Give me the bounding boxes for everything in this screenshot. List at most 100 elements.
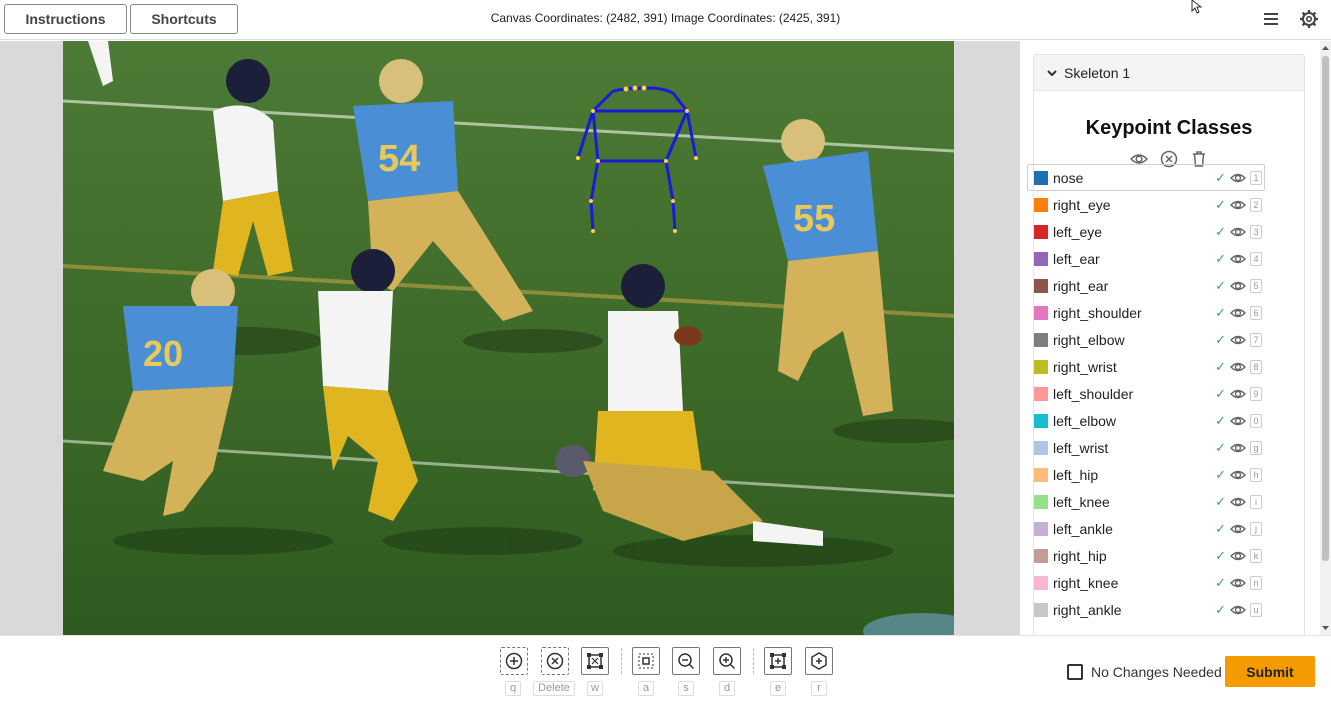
keypoint-name: left_knee [1053, 493, 1110, 510]
fit-view-key: a [638, 681, 654, 696]
submit-button[interactable]: Submit [1225, 656, 1315, 687]
eye-icon[interactable] [1230, 224, 1246, 240]
keypoint-shortcut-key: 9 [1250, 386, 1262, 401]
keypoint-row[interactable]: right_elbow ✓ 7 [1027, 326, 1265, 353]
keypoint-shortcut-key: 4 [1250, 251, 1262, 266]
eye-icon[interactable] [1230, 197, 1246, 213]
check-icon: ✓ [1215, 331, 1226, 347]
skeleton-label: Skeleton 1 [1064, 64, 1131, 81]
keypoint-name: nose [1053, 169, 1084, 186]
keypoint-row[interactable]: right_shoulder ✓ 6 [1027, 299, 1265, 326]
check-icon: ✓ [1215, 169, 1226, 185]
skeleton-header[interactable]: Skeleton 1 [1034, 55, 1304, 91]
zoom-in-key: d [719, 681, 735, 696]
keypoint-row[interactable]: right_wrist ✓ 8 [1027, 353, 1265, 380]
keypoint-name: right_knee [1053, 574, 1119, 591]
keypoint-row[interactable]: left_wrist ✓ g [1027, 434, 1265, 461]
check-icon: ✓ [1215, 223, 1226, 239]
eye-icon[interactable] [1230, 386, 1246, 402]
keypoint-row[interactable]: nose ✓ 1 [1027, 164, 1265, 191]
keypoint-row[interactable]: left_hip ✓ h [1027, 461, 1265, 488]
keypoint-shortcut-key: k [1250, 548, 1262, 563]
keypoint-name: left_shoulder [1053, 385, 1134, 402]
keypoint-row[interactable]: left_elbow ✓ 0 [1027, 407, 1265, 434]
keypoint-name: right_ankle [1053, 601, 1122, 618]
keypoint-shortcut-key: 5 [1250, 278, 1262, 293]
keypoint-name: left_hip [1053, 466, 1099, 483]
chevron-down-icon[interactable] [1046, 67, 1058, 79]
eye-icon[interactable] [1230, 467, 1246, 483]
check-icon: ✓ [1215, 547, 1226, 563]
keypoint-shortcut-key: n [1250, 575, 1262, 590]
eye-icon[interactable] [1230, 170, 1246, 186]
reset-button[interactable] [805, 647, 833, 675]
eye-icon[interactable] [1230, 359, 1246, 375]
eye-icon[interactable] [1230, 575, 1246, 591]
fit-view-button[interactable] [632, 647, 660, 675]
color-swatch [1034, 197, 1048, 212]
eye-icon[interactable] [1230, 440, 1246, 456]
panel-scrollbar[interactable] [1320, 41, 1331, 635]
football-photo: 54 55 20 [63, 41, 954, 635]
eye-icon[interactable] [1230, 521, 1246, 537]
keypoint-row[interactable]: left_ear ✓ 4 [1027, 245, 1265, 272]
scroll-up-icon[interactable] [1322, 44, 1329, 52]
bbox-tool-button[interactable] [581, 647, 609, 675]
keypoint-row[interactable]: right_ear ✓ 5 [1027, 272, 1265, 299]
add-point-key: q [505, 681, 521, 696]
color-swatch [1034, 332, 1048, 347]
keypoint-shortcut-key: 2 [1250, 197, 1262, 212]
svg-text:54: 54 [378, 138, 420, 180]
check-icon: ✓ [1215, 574, 1226, 590]
toolbar-divider [621, 648, 622, 674]
keypoint-row[interactable]: left_shoulder ✓ 9 [1027, 380, 1265, 407]
add-point-button[interactable] [500, 647, 528, 675]
scrollbar-thumb[interactable] [1322, 56, 1329, 561]
check-icon: ✓ [1215, 385, 1226, 401]
eye-icon[interactable] [1230, 602, 1246, 618]
scroll-down-icon[interactable] [1322, 624, 1329, 632]
keypoint-row[interactable]: right_ankle ✓ u [1027, 596, 1265, 623]
eye-icon[interactable] [1230, 413, 1246, 429]
eye-icon[interactable] [1230, 278, 1246, 294]
eye-icon[interactable] [1230, 305, 1246, 321]
keypoint-name: left_eye [1053, 223, 1103, 240]
edit-box-key: e [770, 681, 786, 696]
no-changes-checkbox[interactable]: No Changes Needed [1067, 664, 1222, 680]
keypoint-shortcut-key: i [1250, 494, 1262, 509]
menu-icon[interactable] [1262, 10, 1280, 28]
delete-button[interactable] [541, 647, 569, 675]
keypoint-row[interactable]: left_eye ✓ 3 [1027, 218, 1265, 245]
check-icon: ✓ [1215, 493, 1226, 509]
settings-gear-icon[interactable] [1299, 9, 1319, 29]
keypoint-name: right_elbow [1053, 331, 1125, 348]
bounding-box-icon [587, 653, 603, 669]
keypoint-name: right_shoulder [1053, 304, 1142, 321]
keypoint-name: right_hip [1053, 547, 1107, 564]
reset-key: r [811, 681, 827, 696]
svg-text:55: 55 [793, 198, 835, 240]
color-swatch [1034, 602, 1048, 617]
keypoint-row[interactable]: left_knee ✓ i [1027, 488, 1265, 515]
check-icon: ✓ [1215, 601, 1226, 617]
color-swatch [1034, 305, 1048, 320]
edit-box-button[interactable] [764, 647, 792, 675]
eye-icon[interactable] [1230, 332, 1246, 348]
keypoint-row[interactable]: right_hip ✓ k [1027, 542, 1265, 569]
x-circle-icon [546, 652, 564, 670]
keypoint-row[interactable]: right_eye ✓ 2 [1027, 191, 1265, 218]
color-swatch [1034, 251, 1048, 266]
eye-icon[interactable] [1230, 251, 1246, 267]
checkbox-box[interactable] [1067, 664, 1083, 680]
annotation-canvas[interactable]: 54 55 20 [0, 41, 1019, 635]
zoom-out-key: s [678, 681, 694, 696]
keypoint-name: right_eye [1053, 196, 1111, 213]
zoom-out-button[interactable] [672, 647, 700, 675]
hexagon-plus-icon [811, 652, 827, 670]
eye-icon[interactable] [1230, 494, 1246, 510]
eye-icon[interactable] [1230, 548, 1246, 564]
keypoint-row[interactable]: left_ankle ✓ j [1027, 515, 1265, 542]
keypoint-row[interactable]: right_knee ✓ n [1027, 569, 1265, 596]
color-swatch [1034, 494, 1048, 509]
zoom-in-button[interactable] [713, 647, 741, 675]
